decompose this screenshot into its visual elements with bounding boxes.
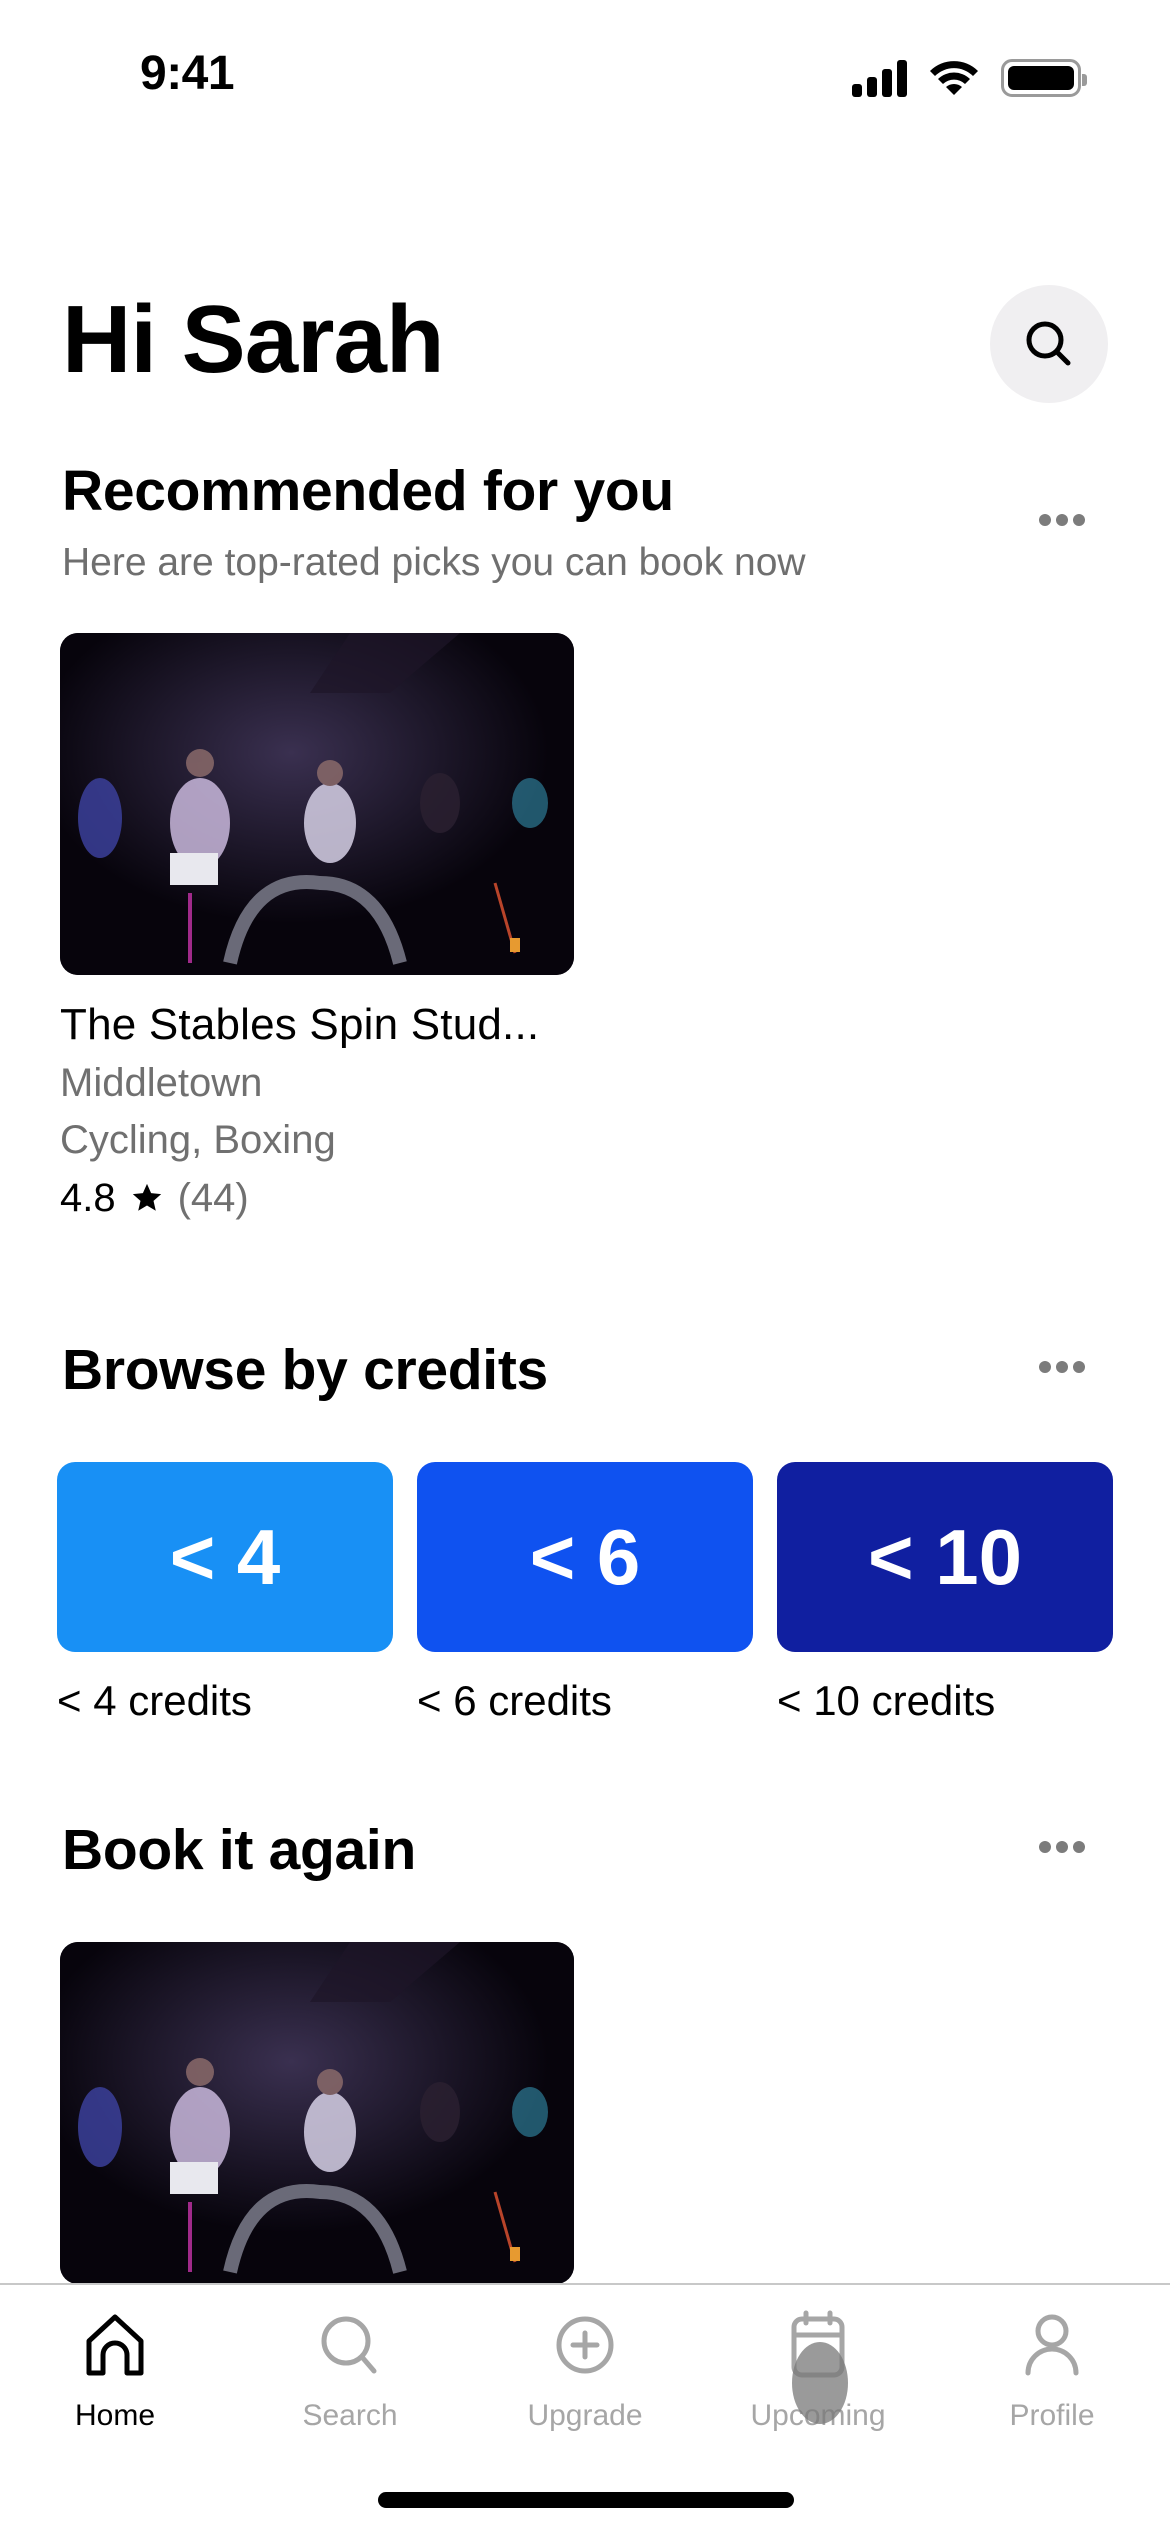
- credit-label: < 10 credits: [777, 1677, 996, 1724]
- more-options-button[interactable]: [1036, 1832, 1088, 1862]
- credit-label: < 6 credits: [417, 1677, 612, 1724]
- tab-label: Search: [302, 2399, 398, 2432]
- studio-name: The Stables Spin Stud...: [60, 1000, 540, 1049]
- tab-search[interactable]: Search: [260, 2307, 440, 2447]
- star-icon: [132, 1183, 161, 1211]
- tab-label: Upgrade: [527, 2399, 643, 2432]
- tab-label: Home: [74, 2399, 156, 2432]
- more-options-button[interactable]: [1036, 1352, 1088, 1382]
- home-icon: [86, 2314, 144, 2376]
- section-subtitle: Here are top-rated picks you can book no…: [62, 541, 806, 584]
- plus-circle-icon: [556, 2316, 614, 2374]
- cellular-signal-icon: [852, 59, 907, 97]
- tab-upgrade[interactable]: Upgrade: [495, 2307, 675, 2447]
- more-horizontal-icon: [1039, 1841, 1051, 1853]
- section-title: Book it again: [62, 1818, 416, 1882]
- tab-upcoming[interactable]: Upcoming: [728, 2307, 908, 2447]
- tab-label: Upcoming: [750, 2399, 886, 2432]
- studio-card[interactable]: The Stables Spin Stud... Middletown Cycl…: [60, 633, 574, 1218]
- more-options-button[interactable]: [1036, 505, 1088, 535]
- studio-photo: [60, 633, 574, 975]
- tab-home[interactable]: Home: [25, 2307, 205, 2447]
- studio-card[interactable]: [60, 1942, 574, 2284]
- status-time: 9:41: [140, 47, 235, 100]
- studio-location: Middletown: [60, 1061, 263, 1105]
- calendar-icon: [791, 2310, 845, 2378]
- credit-tile-4[interactable]: < 4: [57, 1462, 393, 1652]
- section-title: Browse by credits: [62, 1338, 548, 1402]
- greeting-title: Hi Sarah: [62, 286, 444, 393]
- credit-label: < 4 credits: [57, 1677, 252, 1724]
- status-icons: [852, 56, 1087, 100]
- tab-profile[interactable]: Profile: [962, 2307, 1142, 2447]
- tab-label: Profile: [1009, 2399, 1095, 2432]
- search-button[interactable]: [990, 285, 1108, 403]
- more-horizontal-icon: [1039, 514, 1051, 526]
- search-icon: [321, 2316, 377, 2374]
- credit-tile-6[interactable]: < 6: [417, 1462, 753, 1652]
- studio-categories: Cycling, Boxing: [60, 1118, 336, 1162]
- more-horizontal-icon: [1039, 1361, 1051, 1373]
- wifi-icon: [930, 61, 978, 95]
- battery-icon: [1001, 59, 1087, 97]
- credit-tile-10[interactable]: < 10: [777, 1462, 1113, 1652]
- rating-value: 4.8: [60, 1176, 116, 1220]
- search-icon: [1026, 321, 1071, 366]
- studio-rating: 4.8 (44): [60, 1178, 249, 1218]
- home-indicator[interactable]: [378, 2492, 794, 2508]
- section-title: Recommended for you: [62, 459, 674, 523]
- studio-photo: [60, 1942, 574, 2284]
- person-icon: [1025, 2314, 1079, 2376]
- review-count: (44): [177, 1176, 249, 1220]
